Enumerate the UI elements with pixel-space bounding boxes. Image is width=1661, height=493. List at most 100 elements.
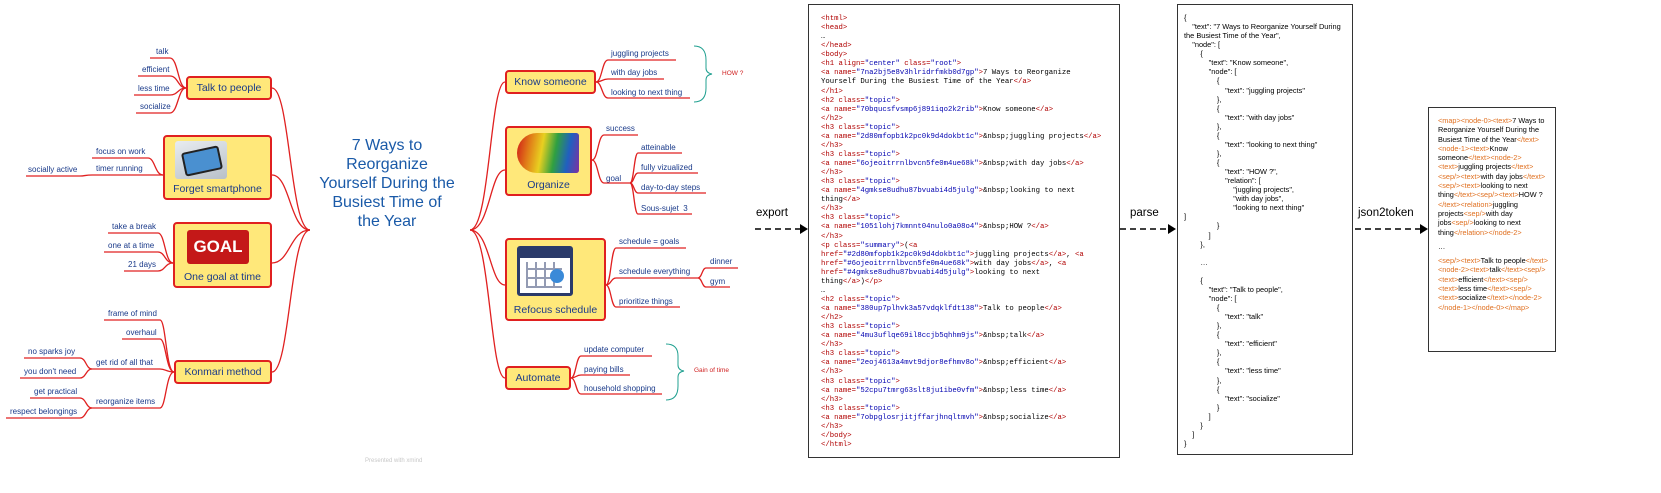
json-code-line: "node": [ — [1184, 67, 1237, 77]
leaf-less-time[interactable]: less time — [138, 84, 170, 94]
leaf-frame-of-mind[interactable]: frame of mind — [108, 309, 157, 319]
token-text: HOW ? — [1518, 190, 1543, 200]
leaf-schedule-everything[interactable]: schedule everything — [619, 267, 690, 277]
json-code-line: "text": "juggling projects" — [1184, 85, 1305, 95]
leaf-get-practical[interactable]: get practical — [34, 387, 77, 397]
leaf-gym[interactable]: gym — [710, 277, 725, 287]
root-topic-title[interactable]: 7 Ways to Reorganize Yourself During the… — [312, 136, 462, 231]
goal-logo-text: GOAL — [193, 237, 243, 256]
smartphone-image — [175, 141, 227, 179]
json-code-line: { — [1184, 13, 1187, 22]
leaf-talk[interactable]: talk — [156, 47, 168, 57]
leaf-focus-on-work[interactable]: focus on work — [96, 147, 145, 157]
summary-how[interactable]: HOW ? — [722, 70, 743, 77]
json-code-line: "text": "Talk to people", — [1184, 284, 1283, 294]
topic-label: Konmari method — [184, 366, 262, 378]
json-code-line: "looking to next thing" — [1184, 203, 1305, 213]
topic-konmari-method[interactable]: Konmari method — [174, 360, 272, 384]
html-code-line: <h3 class="topic"> — [821, 214, 900, 223]
special-token: </text> — [1487, 284, 1510, 294]
leaf-you-dont-need[interactable]: you don't need — [24, 367, 76, 377]
leaf-fully-vizualized[interactable]: fully vizualized — [641, 163, 693, 173]
leaf-with-day-jobs[interactable]: with day jobs — [611, 68, 657, 78]
html-code-line: href="#6ojeoitrrnlbvcn5fe0m4ue68k">with … — [821, 259, 1067, 268]
leaf-respect-belongings[interactable]: respect belongings — [10, 407, 77, 417]
topic-refocus-schedule[interactable]: Refocus schedule — [505, 238, 606, 321]
summary-gain-of-time[interactable]: Gain of time — [694, 367, 729, 374]
json-code-line: ] — [1184, 230, 1211, 240]
leaf-timer-running[interactable]: timer running — [96, 164, 143, 174]
leaf-atteinable[interactable]: atteinable — [641, 143, 676, 153]
export-label: export — [756, 207, 788, 219]
html-code-line: </h3> — [821, 341, 843, 350]
special-token: </relation> — [1453, 227, 1489, 237]
html-code-line: <a name="52cpu7tmrg63slt8ju1ibe0vfm">&nb… — [821, 386, 1067, 395]
json-code-line: }, — [1184, 121, 1222, 131]
json-parse-panel: { "text": "7 Ways to Reorganize Yourself… — [1177, 4, 1353, 455]
leaf-reorganize-items[interactable]: reorganize items — [96, 397, 155, 407]
html-code-line: </h3> — [821, 141, 843, 150]
leaf-no-sparks-joy[interactable]: no sparks joy — [28, 347, 75, 357]
leaf-efficient[interactable]: efficient — [142, 65, 169, 75]
special-token: <map> — [1438, 116, 1461, 125]
leaf-goal[interactable]: goal — [606, 174, 621, 184]
html-code-line: <h2 class="topic"> — [821, 96, 900, 105]
leaf-household-shopping[interactable]: household shopping — [584, 384, 656, 394]
special-token: <text> — [1438, 162, 1459, 172]
json-code-line: ] — [1184, 429, 1195, 439]
topic-one-goal-at-time[interactable]: GOAL One goal at time — [173, 222, 272, 288]
leaf-update-computer[interactable]: update computer — [584, 345, 644, 355]
leaf-dinner[interactable]: dinner — [710, 257, 732, 267]
leaf-day-to-day-steps[interactable]: day-to-day steps — [641, 183, 700, 193]
special-token: <sep/> — [1509, 284, 1532, 294]
topic-label: Forget smartphone — [173, 183, 262, 195]
leaf-schedule-goals[interactable]: schedule = goals — [619, 237, 679, 247]
topic-automate[interactable]: Automate — [505, 366, 571, 390]
html-code-line: Yourself During the Busiest Time of the … — [821, 78, 1032, 87]
token-text: juggling projects — [1458, 162, 1512, 172]
html-code-line: <a name="70bqucsfvsmp6j891iqo2k2rib">Kno… — [821, 105, 1054, 114]
json-code-line: … — [1184, 257, 1208, 267]
special-token: <sep/> — [1463, 208, 1486, 218]
json-code-line: the Busiest Time of the Year", — [1184, 31, 1281, 41]
special-token: <text> — [1469, 143, 1490, 153]
json-code-line: }, — [1184, 375, 1222, 385]
special-token: </node-2> — [1508, 293, 1542, 303]
topic-organize[interactable]: Organize — [505, 126, 592, 196]
leaf-paying-bills[interactable]: paying bills — [584, 365, 624, 375]
leaf-sous-sujet-3[interactable]: Sous-sujet 3 — [641, 204, 688, 214]
topic-talk-to-people[interactable]: Talk to people — [186, 76, 272, 100]
leaf-take-a-break[interactable]: take a break — [112, 222, 156, 232]
leaf-socially-active[interactable]: socially active — [28, 165, 77, 175]
json-code-line: "relation": [ — [1184, 176, 1261, 186]
html-code-line: <p class="summary">(<a — [821, 241, 918, 250]
special-token: </text> — [1500, 265, 1524, 275]
json-code-line: { — [1184, 158, 1220, 167]
json-code-line: }, — [1184, 148, 1222, 158]
special-token: </text> — [1453, 190, 1477, 200]
parse-arrowhead — [1168, 224, 1176, 234]
leaf-juggling-projects[interactable]: juggling projects — [611, 49, 669, 59]
topic-know-someone[interactable]: Know someone — [505, 70, 596, 94]
topic-label: One goal at time — [183, 271, 262, 283]
topic-label: Refocus schedule — [513, 304, 598, 316]
topic-forget-smartphone[interactable]: Forget smartphone — [163, 135, 272, 200]
special-token: </text> — [1516, 134, 1540, 144]
special-token: <sep/> — [1438, 181, 1461, 191]
json-code-line: } — [1184, 420, 1203, 430]
leaf-one-at-a-time[interactable]: one at a time — [108, 241, 154, 251]
json-code-line: { — [1184, 330, 1220, 340]
leaf-get-rid-of-all-that[interactable]: get rid of all that — [96, 358, 153, 368]
leaf-prioritize-things[interactable]: prioritize things — [619, 297, 673, 307]
leaf-21-days[interactable]: 21 days — [128, 260, 156, 270]
special-token: <text> — [1460, 256, 1481, 266]
leaf-socialize[interactable]: socialize — [140, 102, 171, 112]
special-token: <text> — [1460, 171, 1481, 181]
json-code-line: "text": "efficient" — [1184, 339, 1277, 349]
html-code-line: … — [821, 286, 826, 295]
leaf-overhaul[interactable]: overhaul — [126, 328, 157, 338]
leaf-looking-to-next-thing[interactable]: looking to next thing — [611, 88, 682, 98]
json-code-line: } — [1184, 221, 1220, 231]
leaf-success[interactable]: success — [606, 124, 635, 134]
json-code-line: { — [1184, 49, 1203, 59]
